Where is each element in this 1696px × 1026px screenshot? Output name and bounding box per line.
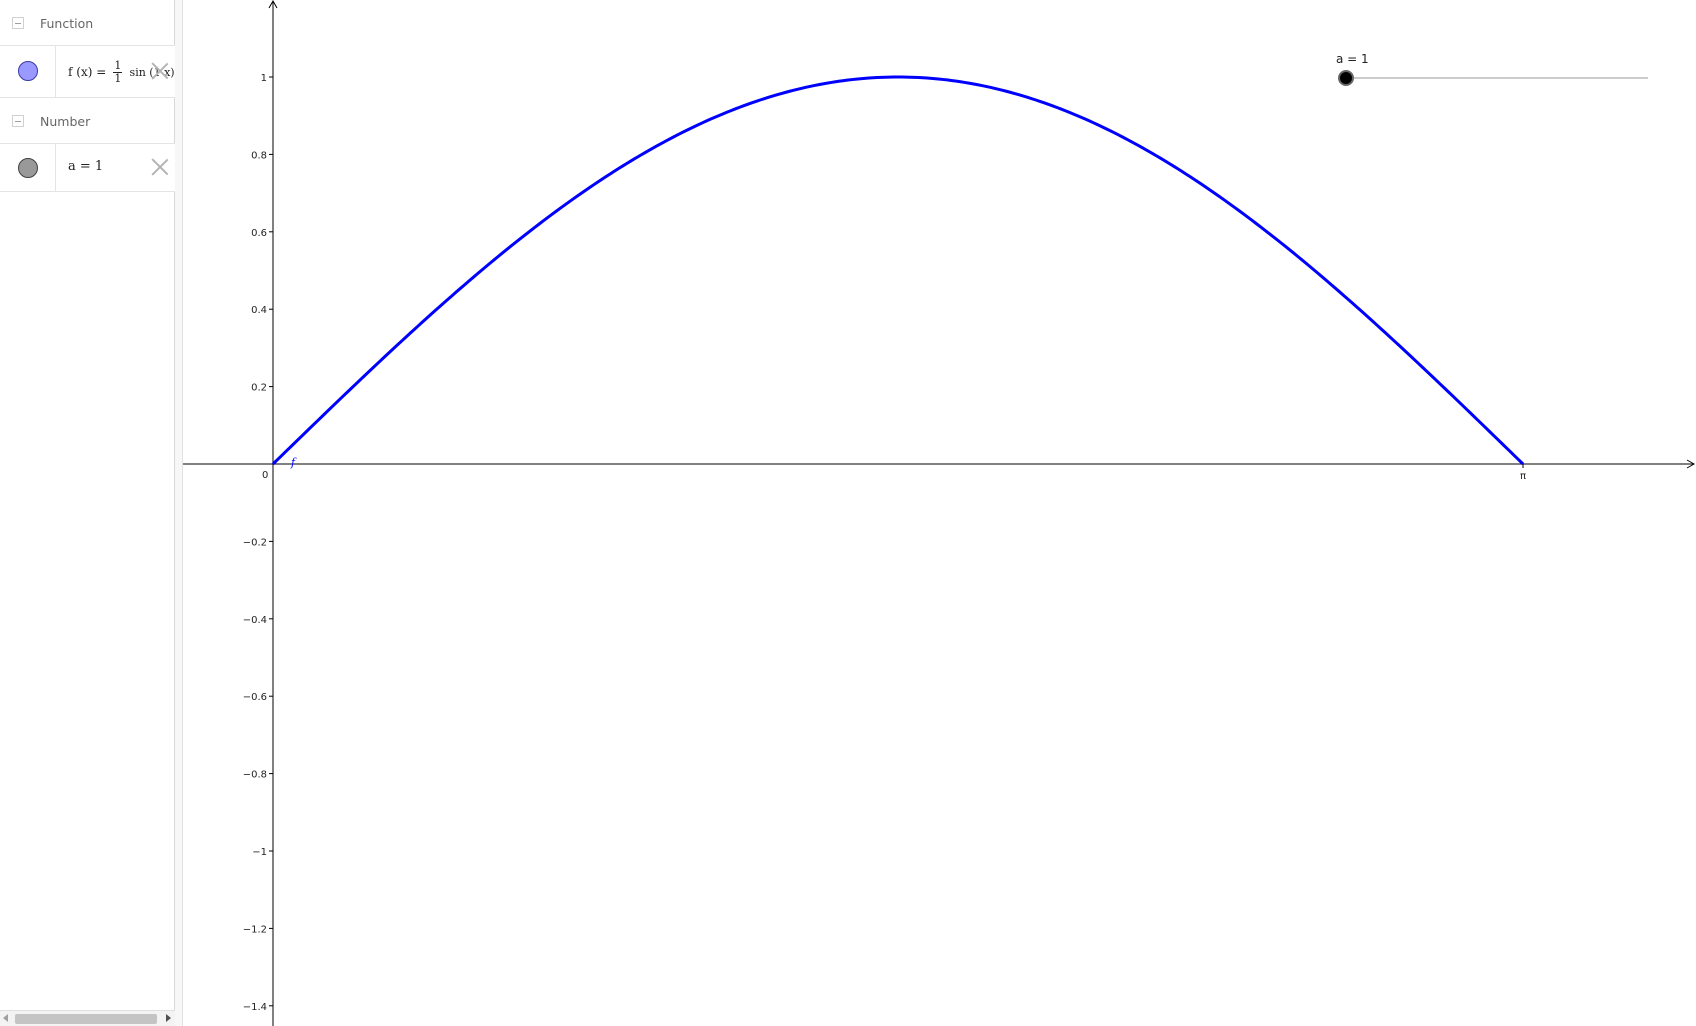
algebra-view: Function f (x) = 1 1 sin (1 x) Number a … <box>0 0 175 1026</box>
y-tick-label: −1.4 <box>243 1002 267 1013</box>
function-curve-f[interactable] <box>271 75 1525 466</box>
y-axis-ticks: 1 0.8 0.6 0.4 0.2 −0.2 −0.4 −0.6 −0.8 −1 −1.2 −1.4 <box>243 73 273 1013</box>
scrollbar-thumb[interactable] <box>15 1014 157 1024</box>
graphics-canvas[interactable]: 10.80.60.40.2−0.2−0.4−0.6−0.8−1−1.2−1.4 … <box>183 0 1696 1026</box>
algebra-horizontal-scrollbar[interactable] <box>0 1010 175 1026</box>
y-tick-label: −0.2 <box>243 537 267 548</box>
function-label-f[interactable]: f <box>290 456 297 469</box>
delete-number-button[interactable] <box>151 158 169 176</box>
fraction-denominator: 1 <box>114 72 122 85</box>
y-tick-label: −0.4 <box>243 615 267 626</box>
graphics-view[interactable]: 1 0.8 0.6 0.4 0.2 −0.2 −0.4 −0.6 −0.8 −1 −1.2 −1.4 … <box>183 0 1696 1026</box>
group-header-function[interactable]: Function <box>0 0 175 46</box>
scroll-right-arrow-icon[interactable] <box>166 1014 171 1022</box>
number-definition[interactable]: a = 1 <box>68 159 103 174</box>
group-title-number: Number <box>40 114 91 129</box>
delete-function-button[interactable] <box>151 62 169 80</box>
y-tick-label: −0.8 <box>243 770 267 781</box>
y-tick-label: 0.2 <box>251 383 267 394</box>
group-title-function: Function <box>40 16 94 31</box>
y-tick-label: 1 <box>261 73 267 84</box>
view-divider[interactable] <box>175 0 183 1026</box>
geogebra-app: Function f (x) = 1 1 sin (1 x) Number a … <box>0 0 1696 1026</box>
slider-label: a = 1 <box>1336 52 1369 66</box>
x-tick-label-pi: π <box>1520 471 1526 482</box>
scroll-left-arrow-icon[interactable] <box>3 1014 8 1022</box>
y-tick-label: 0.6 <box>251 228 267 239</box>
function-lhs: f (x) = <box>68 65 107 79</box>
y-tick-label: −1.2 <box>243 924 267 935</box>
y-tick-label: −0.6 <box>243 692 267 703</box>
y-tick-label: 0.4 <box>251 305 267 316</box>
algebra-item-number-a[interactable]: a = 1 <box>0 144 175 192</box>
algebra-item-function-f[interactable]: f (x) = 1 1 sin (1 x) <box>0 46 175 98</box>
y-tick-label: −1 <box>252 847 267 858</box>
group-header-number[interactable]: Number <box>0 98 175 144</box>
y-tick-label: 0.8 <box>251 150 267 161</box>
visibility-marble-icon[interactable] <box>18 61 38 81</box>
collapse-function-group-icon[interactable] <box>12 17 24 29</box>
origin-label: 0 <box>262 470 268 481</box>
visibility-marble-icon[interactable] <box>18 158 38 178</box>
marble-cell <box>0 46 56 97</box>
fraction: 1 1 <box>113 60 123 85</box>
marble-cell <box>0 144 56 191</box>
collapse-number-group-icon[interactable] <box>12 115 24 127</box>
slider-knob[interactable] <box>1338 70 1354 86</box>
